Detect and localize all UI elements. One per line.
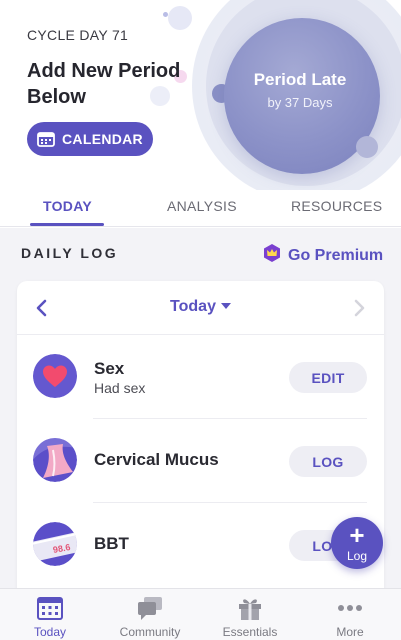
nav-more[interactable]: More [300, 589, 400, 640]
cycle-day-label: CYCLE DAY 71 [27, 27, 129, 43]
tab-bar: TODAY ANALYSIS RESOURCES [0, 190, 401, 227]
log-row-subtitle: Had sex [94, 380, 146, 396]
tab-resources[interactable]: RESOURCES [291, 198, 382, 214]
nav-today[interactable]: Today [0, 589, 100, 640]
daily-log-card: Today Sex Had sex EDIT Cervical Mucus LO… [17, 281, 384, 601]
calendar-button-label: CALENDAR [62, 131, 143, 147]
log-fab-button[interactable]: + Log [331, 517, 383, 569]
heart-icon [33, 354, 77, 398]
calendar-button[interactable]: CALENDAR [27, 122, 153, 156]
bottom-nav: Today Community Essentials More [0, 588, 401, 640]
caret-down-icon [220, 303, 231, 309]
crown-icon [262, 243, 282, 268]
log-row-title: BBT [94, 534, 129, 553]
decor-bubble [163, 12, 168, 17]
fab-label: Log [346, 549, 368, 563]
log-row-sex[interactable]: Sex Had sex EDIT [17, 335, 384, 419]
page-title: Add New Period Below [27, 60, 181, 108]
day-selector[interactable]: Today [17, 298, 384, 316]
tab-analysis[interactable]: ANALYSIS [167, 198, 237, 214]
edit-button[interactable]: EDIT [289, 362, 367, 393]
chat-bubbles-icon [136, 595, 164, 621]
tab-today[interactable]: TODAY [43, 198, 92, 214]
log-row-title: Sex [94, 359, 125, 378]
nav-essentials[interactable]: Essentials [200, 589, 300, 640]
day-selector-label: Today [170, 298, 216, 315]
more-dots-icon [336, 595, 364, 621]
plus-icon: + [349, 520, 365, 550]
go-premium-link[interactable]: Go Premium [262, 243, 383, 268]
gift-icon [236, 595, 264, 621]
chevron-right-icon [350, 297, 368, 319]
thermometer-icon: 98.6 [33, 522, 77, 566]
log-row-title: Cervical Mucus [94, 450, 219, 469]
nav-label: More [336, 625, 364, 639]
calendar-icon [36, 595, 64, 621]
decor-bubble [168, 6, 192, 30]
calendar-icon [37, 131, 55, 147]
log-row-bbt[interactable]: 98.6 BBT LOG [17, 503, 384, 587]
period-status-subtitle: by 37 Days [267, 95, 333, 110]
active-tab-indicator [30, 223, 104, 226]
day-navigator: Today [17, 281, 384, 335]
log-row-cervical-mucus[interactable]: Cervical Mucus LOG [17, 419, 384, 503]
daily-log-title: DAILY LOG [21, 245, 119, 261]
nav-community[interactable]: Community [100, 589, 200, 640]
cervical-mucus-icon [33, 438, 77, 482]
go-premium-label: Go Premium [288, 246, 384, 264]
nav-label: Essentials [222, 625, 278, 639]
nav-label: Today [33, 625, 67, 639]
decor-bubble [356, 136, 378, 158]
period-status-title: Period Late [253, 70, 347, 89]
nav-label: Community [119, 625, 181, 639]
log-button[interactable]: LOG [289, 446, 367, 477]
header: Period Late by 37 Days CYCLE DAY 71 Add … [0, 0, 401, 190]
